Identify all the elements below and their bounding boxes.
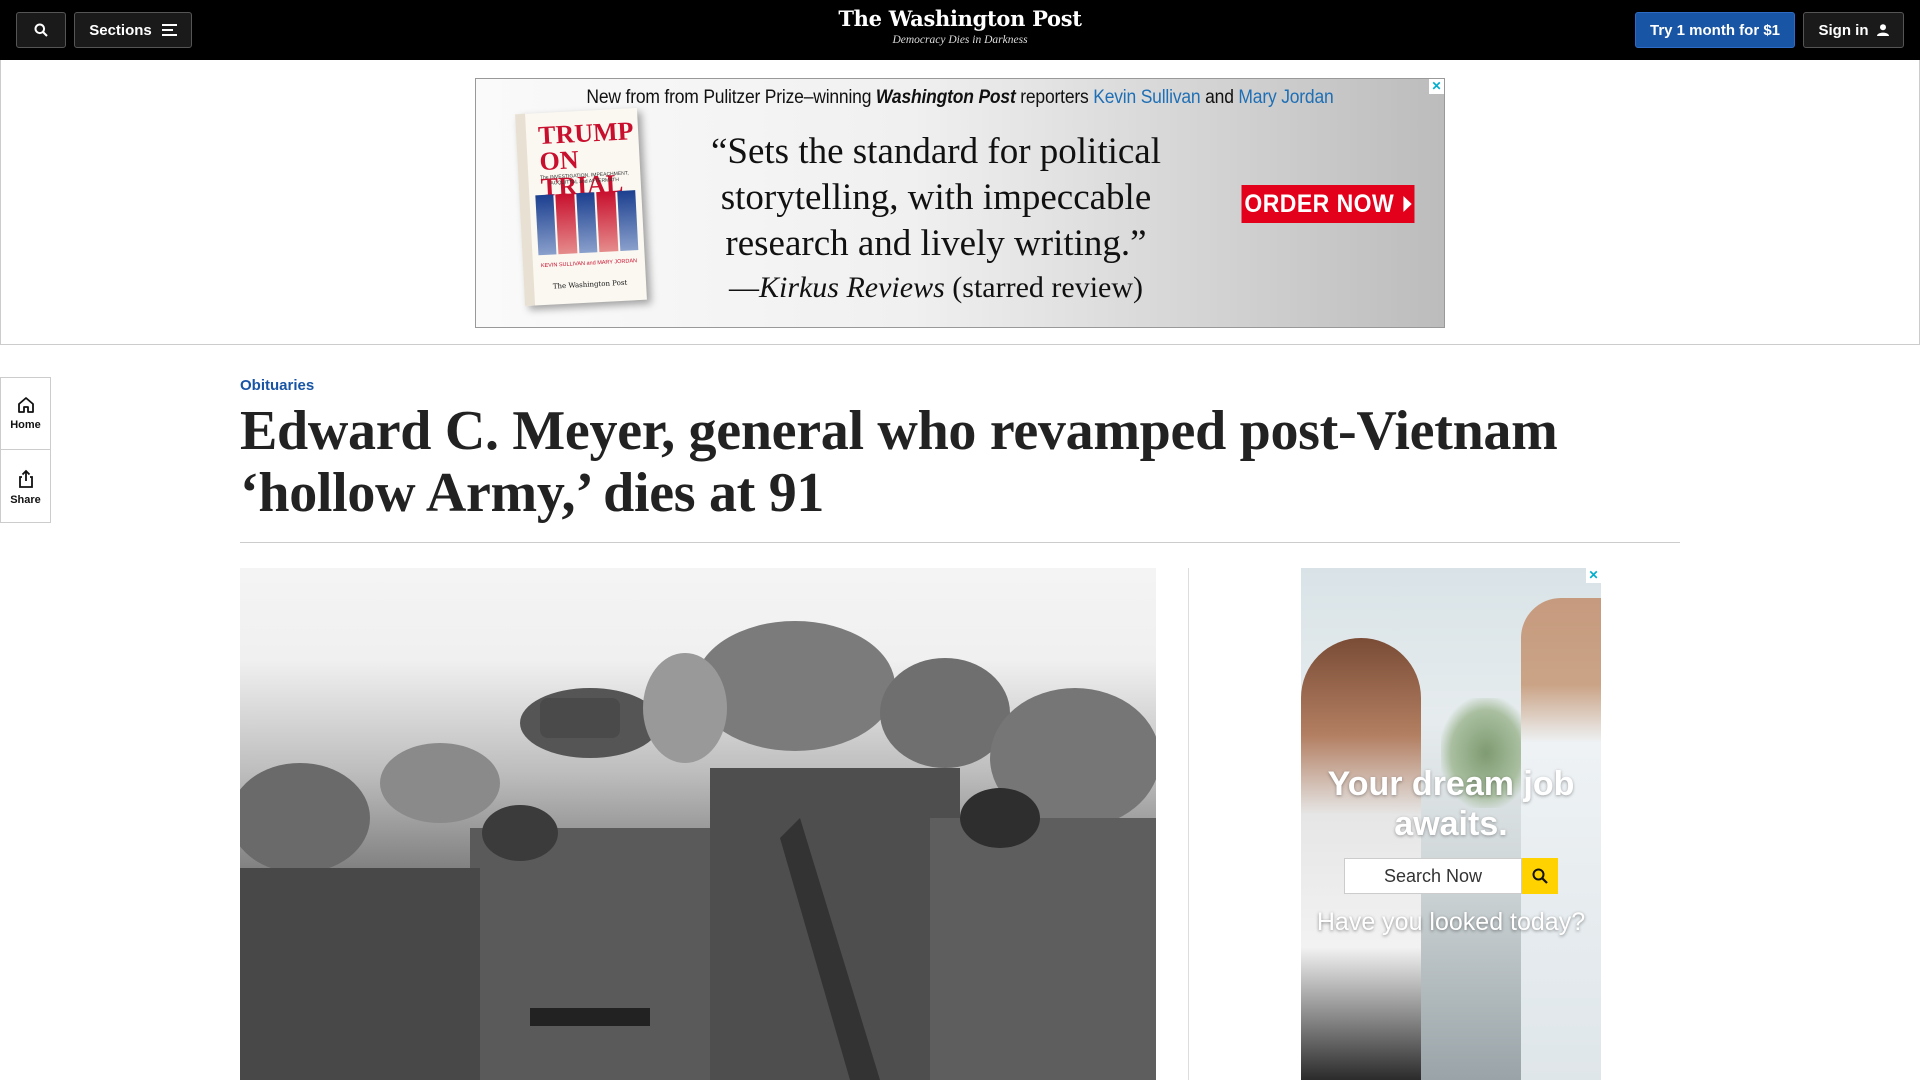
rail-home-label: Home bbox=[10, 419, 41, 431]
ad-intro-line: New from from Pulitzer Prize–winning Was… bbox=[515, 87, 1406, 109]
lead-photo[interactable] bbox=[240, 568, 1156, 1080]
attrib-source: Kirkus Reviews bbox=[758, 271, 945, 304]
left-rail: Home Share bbox=[0, 377, 51, 523]
book-faces-image bbox=[535, 190, 639, 256]
ad-attribution: —Kirkus Reviews (starred review) bbox=[706, 271, 1166, 305]
play-arrow-icon bbox=[1403, 196, 1412, 212]
side-ad-search-button[interactable] bbox=[1522, 858, 1558, 894]
soldiers-photo-image bbox=[240, 621, 1156, 1080]
headline-divider bbox=[240, 542, 1680, 543]
search-button[interactable] bbox=[16, 12, 66, 48]
book-cover-image: TRUMP ON TRIAL The INVESTIGATION, IMPEAC… bbox=[515, 107, 647, 307]
ad-intro-and: and bbox=[1200, 87, 1239, 108]
share-icon bbox=[18, 469, 33, 488]
book-publisher: The Washington Post bbox=[552, 278, 628, 291]
rail-share-label: Share bbox=[10, 493, 41, 506]
article-headline: Edward C. Meyer, general who revamped po… bbox=[240, 400, 1558, 524]
ad-intro-prefix: New from from Pulitzer Prize–winning bbox=[586, 87, 876, 108]
signin-label: Sign in bbox=[1818, 21, 1869, 39]
sections-button[interactable]: Sections bbox=[74, 12, 192, 48]
rail-home-button[interactable]: Home bbox=[1, 378, 50, 450]
side-ad-subline: Have you looked today? bbox=[1316, 908, 1586, 936]
ad-intro-publication: Washington Post bbox=[875, 87, 1016, 108]
rail-share-button[interactable]: Share bbox=[1, 451, 50, 523]
attrib-dash: — bbox=[728, 271, 759, 304]
book-title: TRUMP ON TRIAL bbox=[537, 116, 633, 203]
side-ad-search-input[interactable]: Search Now bbox=[1344, 858, 1522, 894]
side-ad-headline: Your dream job awaits. bbox=[1327, 765, 1575, 843]
ad-choices-close-icon[interactable]: ✕ bbox=[1586, 568, 1601, 583]
order-now-button[interactable]: ORDER NOW bbox=[1241, 185, 1415, 223]
ad-intro-mid: reporters bbox=[1015, 87, 1094, 108]
subscribe-button[interactable]: Try 1 month for $1 bbox=[1635, 12, 1795, 48]
book-authors: KEVIN SULLIVAN and MARY JORDAN bbox=[540, 258, 638, 270]
signin-button[interactable]: Sign in bbox=[1803, 12, 1904, 48]
home-icon bbox=[17, 397, 34, 413]
ad-quote: “Sets the standard for political storyte… bbox=[710, 131, 1162, 264]
ad-author-1: Kevin Sullivan bbox=[1093, 87, 1201, 108]
top-nav-bar: Sections The Washington Post Democracy D… bbox=[0, 0, 1920, 60]
search-icon bbox=[34, 23, 48, 37]
sections-label: Sections bbox=[89, 21, 152, 39]
ad-choices-close-icon[interactable]: ✕ bbox=[1429, 79, 1444, 94]
article-kicker[interactable]: Obituaries bbox=[240, 377, 314, 394]
order-now-label: ORDER NOW bbox=[1244, 189, 1395, 218]
side-ad-banner[interactable]: Your dream job awaits. Search Now Have y… bbox=[1301, 568, 1601, 1080]
menu-icon bbox=[161, 24, 177, 36]
site-logo[interactable]: The Washington Post bbox=[760, 6, 1160, 31]
search-icon bbox=[1532, 868, 1548, 884]
attrib-note: (starred review) bbox=[944, 271, 1144, 304]
masthead[interactable]: The Washington Post Democracy Dies in Da… bbox=[760, 6, 1160, 46]
site-tagline: Democracy Dies in Darkness bbox=[892, 34, 1028, 46]
top-ad-banner[interactable]: New from from Pulitzer Prize–winning Was… bbox=[475, 78, 1445, 328]
column-divider bbox=[1188, 568, 1189, 1080]
ad-author-2: Mary Jordan bbox=[1238, 87, 1334, 108]
user-icon bbox=[1876, 24, 1889, 36]
